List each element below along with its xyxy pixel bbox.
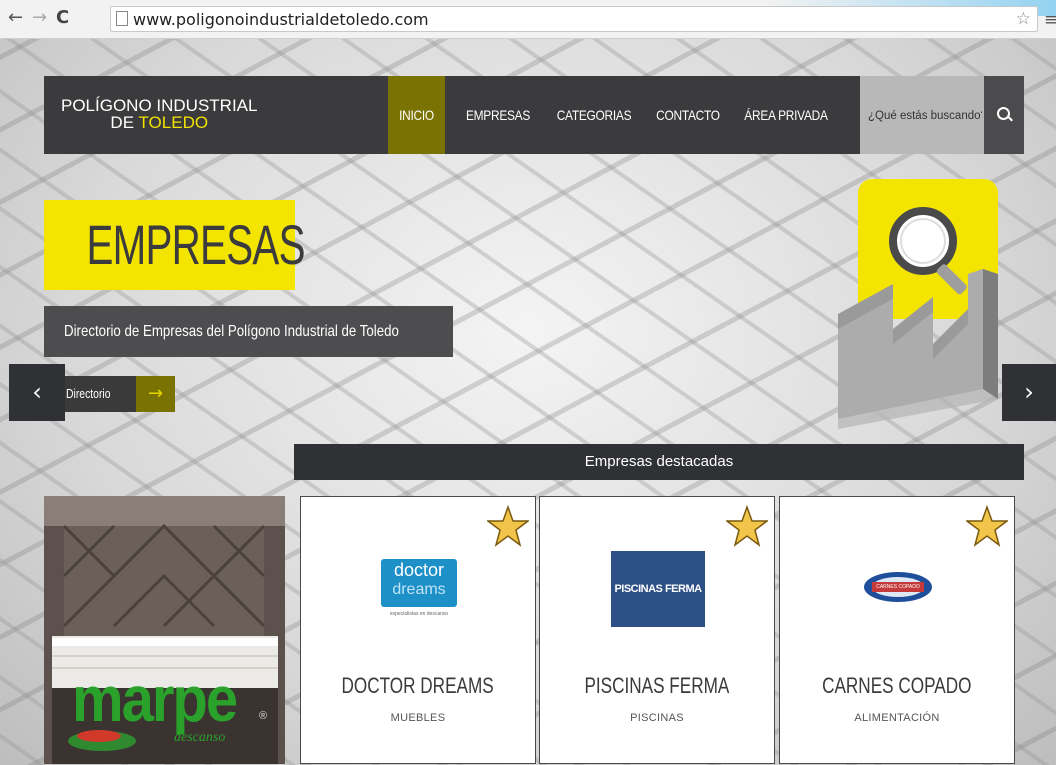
search-icon (997, 107, 1010, 120)
browser-toolbar: ← → C www.poligonoindustrialdetoledo.com… (0, 0, 1056, 39)
back-icon[interactable]: ← (8, 9, 23, 27)
carnes-copado-logo: CARNES COPADO (780, 551, 1014, 631)
piscinas-ferma-logo: PISCINAS FERMA (540, 551, 774, 631)
logo-line1: POLÍGONO INDUSTRIAL (61, 96, 258, 115)
nav-empresas[interactable]: EMPRESAS (464, 76, 532, 154)
featured-star-icon (966, 505, 1008, 547)
hero-subtitle: Directorio de Empresas del Polígono Indu… (44, 306, 453, 357)
company-card-carnes-copado[interactable]: CARNES COPADO CARNES COPADO ALIMENTACIÓN (779, 496, 1015, 764)
logo-line2: DE TOLEDO (61, 114, 257, 131)
nav-inicio[interactable]: INICIO (388, 76, 445, 154)
marpe-advertisement[interactable]: marpe descanso ® (44, 496, 285, 764)
company-category: ALIMENTACIÓN (854, 712, 940, 724)
arrow-right-icon: → (136, 376, 175, 412)
browser-menu-icon[interactable]: ≡ (1044, 10, 1056, 30)
url-text[interactable]: www.poligonoindustrialdetoledo.com (133, 10, 429, 29)
company-name: PISCINAS FERMA (584, 673, 730, 698)
company-category: PISCINAS (630, 712, 684, 724)
logo-line2-prefix: DE (110, 113, 139, 132)
search-input[interactable] (866, 104, 984, 128)
doctor-dreams-logo: doctor dreams especialistas en descanso (301, 551, 535, 631)
search-box (860, 76, 984, 154)
site-logo[interactable]: POLÍGONO INDUSTRIAL DE TOLEDO (61, 97, 257, 131)
nav-categorias[interactable]: CATEGORIAS (552, 76, 637, 154)
address-bar[interactable]: www.poligonoindustrialdetoledo.com ☆ (110, 6, 1038, 32)
forward-icon[interactable]: → (32, 9, 47, 27)
marpe-brand: marpe (72, 663, 238, 736)
piscinas-ferma-logo-text: PISCINAS FERMA (611, 551, 705, 627)
site-header: POLÍGONO INDUSTRIAL DE TOLEDO INICIO EMP… (44, 76, 1024, 154)
page-content: POLÍGONO INDUSTRIAL DE TOLEDO INICIO EMP… (0, 39, 1056, 765)
featured-heading: Empresas destacadas (294, 444, 1024, 480)
nav-area-privada[interactable]: ÁREA PRIVADA (744, 76, 829, 154)
doctor-dreams-logo-line1: doctor (393, 560, 445, 580)
magnifier-factory-icon (838, 179, 998, 429)
company-name: CARNES COPADO (822, 673, 972, 698)
featured-star-icon (726, 505, 768, 547)
slider-prev-button[interactable]: ‹ (9, 364, 65, 421)
marpe-mark: ® (259, 710, 268, 722)
bookmark-star-icon[interactable]: ☆ (1016, 9, 1031, 29)
directorio-button[interactable]: Directorio → (62, 376, 175, 412)
logo-highlight: TOLEDO (138, 113, 209, 132)
doctor-dreams-logo-line2: dreams (392, 581, 446, 598)
nav-contacto[interactable]: CONTACTO (654, 76, 722, 154)
featured-star-icon (487, 505, 529, 547)
company-card-doctor-dreams[interactable]: doctor dreams especialistas en descanso … (300, 496, 536, 764)
company-name: DOCTOR DREAMS (341, 673, 495, 698)
carnes-copado-logo-text: CARNES COPADO (876, 584, 920, 590)
search-button[interactable] (984, 76, 1024, 154)
marpe-sub: descanso (174, 730, 226, 745)
doctor-dreams-logo-tag: especialistas en descanso (389, 611, 449, 617)
directorio-button-label: Directorio (66, 386, 111, 401)
page-icon (116, 11, 128, 26)
hero-title: EMPRESAS (44, 200, 305, 290)
company-category: MUEBLES (390, 712, 446, 724)
company-card-piscinas-ferma[interactable]: PISCINAS FERMA PISCINAS FERMA PISCINAS (539, 496, 775, 764)
reload-icon[interactable]: C (56, 9, 69, 27)
